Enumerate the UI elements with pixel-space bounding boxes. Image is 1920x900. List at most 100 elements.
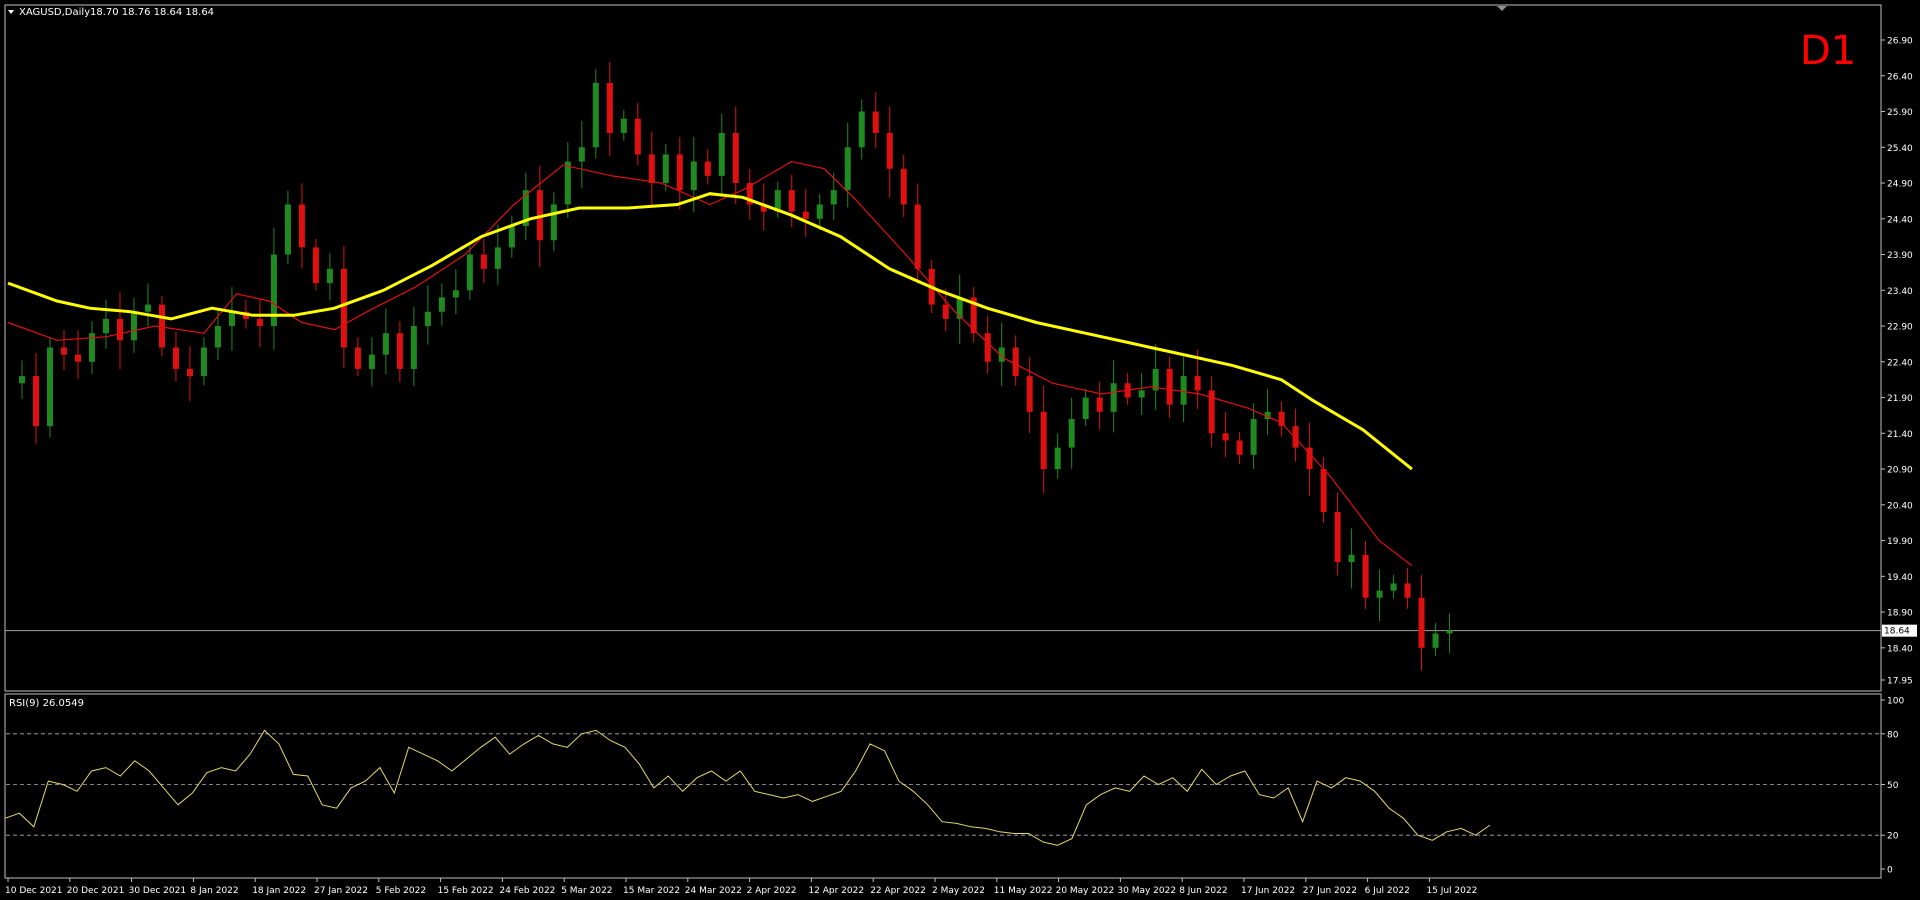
candle-body — [130, 311, 137, 341]
time-tick-label: 15 Jul 2022 — [1426, 886, 1477, 896]
candle-body — [410, 326, 417, 369]
candle-body — [354, 347, 361, 369]
candle-body — [396, 333, 403, 369]
candle-body — [1418, 597, 1425, 648]
candle-body — [256, 318, 263, 327]
time-tick-label: 30 Dec 2021 — [129, 886, 187, 896]
candle-body — [550, 204, 557, 241]
candle-body — [900, 168, 907, 205]
price-tick-label: 21.90 — [1887, 394, 1913, 404]
candle-body — [312, 247, 319, 284]
price-tick-label: 25.90 — [1887, 108, 1913, 118]
candle-body — [732, 132, 739, 184]
time-tick-label: 11 May 2022 — [994, 886, 1053, 896]
candle-body — [368, 354, 375, 369]
candle-body — [634, 118, 641, 155]
chart-background — [0, 0, 1920, 900]
time-tick-label: 17 Jun 2022 — [1241, 886, 1295, 896]
candle-body — [452, 290, 459, 298]
candle-body — [788, 190, 795, 212]
price-tick-label: 22.90 — [1887, 323, 1913, 333]
xagusd-daily-chart: XAGUSD,Daily 18.70 18.76 18.64 18.64 D1 … — [0, 0, 1920, 900]
candle-body — [1446, 630, 1453, 634]
candle-body — [1068, 418, 1075, 448]
candle-body — [60, 347, 67, 355]
price-tick-label: 24.90 — [1887, 180, 1913, 190]
candle-body — [662, 154, 669, 184]
candle-body — [144, 304, 151, 312]
candle-body — [1390, 583, 1397, 591]
candle-body — [1320, 469, 1327, 512]
time-tick-label: 12 Apr 2022 — [808, 886, 864, 896]
candle-body — [984, 333, 991, 362]
candle-body — [564, 161, 571, 205]
candle-body — [858, 111, 865, 148]
price-tick-label: 19.40 — [1887, 573, 1913, 583]
candle-body — [1334, 511, 1341, 563]
price-tick-label: 25.40 — [1887, 144, 1913, 154]
candle-body — [704, 161, 711, 176]
symbol-label: XAGUSD,Daily — [19, 7, 90, 18]
price-tick-label: 18.40 — [1887, 644, 1913, 654]
ohlc-header: 18.70 18.76 18.64 18.64 — [90, 7, 214, 18]
candle-body — [1404, 583, 1411, 598]
candle-body — [1166, 368, 1173, 405]
time-tick-label: 15 Mar 2022 — [623, 886, 680, 896]
candle-body — [382, 333, 389, 355]
time-tick-label: 22 Apr 2022 — [870, 886, 926, 896]
price-tick-label: 26.40 — [1887, 72, 1913, 82]
candle-body — [606, 82, 613, 133]
candle-body — [200, 347, 207, 377]
candle-body — [1026, 376, 1033, 412]
candle-body — [298, 204, 305, 248]
candle-body — [46, 347, 53, 427]
time-tick-label: 2 May 2022 — [932, 886, 985, 896]
candle-body — [676, 154, 683, 191]
price-tick-label: 20.40 — [1887, 501, 1913, 511]
current-price-tag-text: 18.64 — [1884, 627, 1910, 637]
time-tick-label: 20 May 2022 — [1056, 886, 1115, 896]
current-price-tag: 18.64 — [1882, 624, 1917, 637]
candle-body — [1236, 440, 1243, 455]
candle-body — [18, 376, 25, 384]
candle-body — [942, 304, 949, 319]
candle-body — [438, 297, 445, 312]
timeframe-label: D1 — [1800, 28, 1856, 74]
candle-body — [718, 132, 725, 176]
rsi-label: RSI(9) 26.0549 — [9, 698, 84, 709]
price-tick-label: 26.90 — [1887, 37, 1913, 47]
candle-body — [1292, 426, 1299, 448]
time-tick-label: 8 Jan 2022 — [190, 886, 238, 896]
candle-body — [1194, 376, 1201, 391]
price-tick-label: 23.40 — [1887, 287, 1913, 297]
candle-body — [1138, 390, 1145, 398]
candle-body — [340, 268, 347, 348]
price-tick-label: 21.40 — [1887, 430, 1913, 440]
candle-body — [116, 318, 123, 341]
candle-body — [578, 147, 585, 162]
time-tick-label: 20 Dec 2021 — [67, 886, 125, 896]
rsi-tick-label: 80 — [1887, 730, 1899, 740]
candle-body — [494, 247, 501, 269]
candle-body — [1376, 590, 1383, 598]
candle-body — [1348, 554, 1355, 563]
time-tick-label: 15 Feb 2022 — [438, 886, 494, 896]
candle-body — [1278, 411, 1285, 427]
candle-body — [1222, 433, 1229, 441]
candle-body — [816, 204, 823, 219]
price-tick-label: 20.90 — [1887, 466, 1913, 476]
candle-body — [1054, 447, 1061, 470]
time-tick-label: 5 Feb 2022 — [376, 886, 426, 896]
candle-body — [1180, 376, 1187, 405]
price-tick-label: 17.95 — [1887, 677, 1913, 687]
rsi-tick-label: 50 — [1887, 781, 1899, 791]
candle-body — [32, 376, 39, 427]
candle-body — [186, 368, 193, 377]
candle-body — [102, 318, 109, 334]
candle-body — [326, 268, 333, 284]
candle-body — [872, 111, 879, 133]
time-tick-label: 24 Feb 2022 — [499, 886, 555, 896]
candle-body — [802, 211, 809, 219]
candle-body — [592, 82, 599, 148]
price-tick-label: 24.40 — [1887, 215, 1913, 225]
